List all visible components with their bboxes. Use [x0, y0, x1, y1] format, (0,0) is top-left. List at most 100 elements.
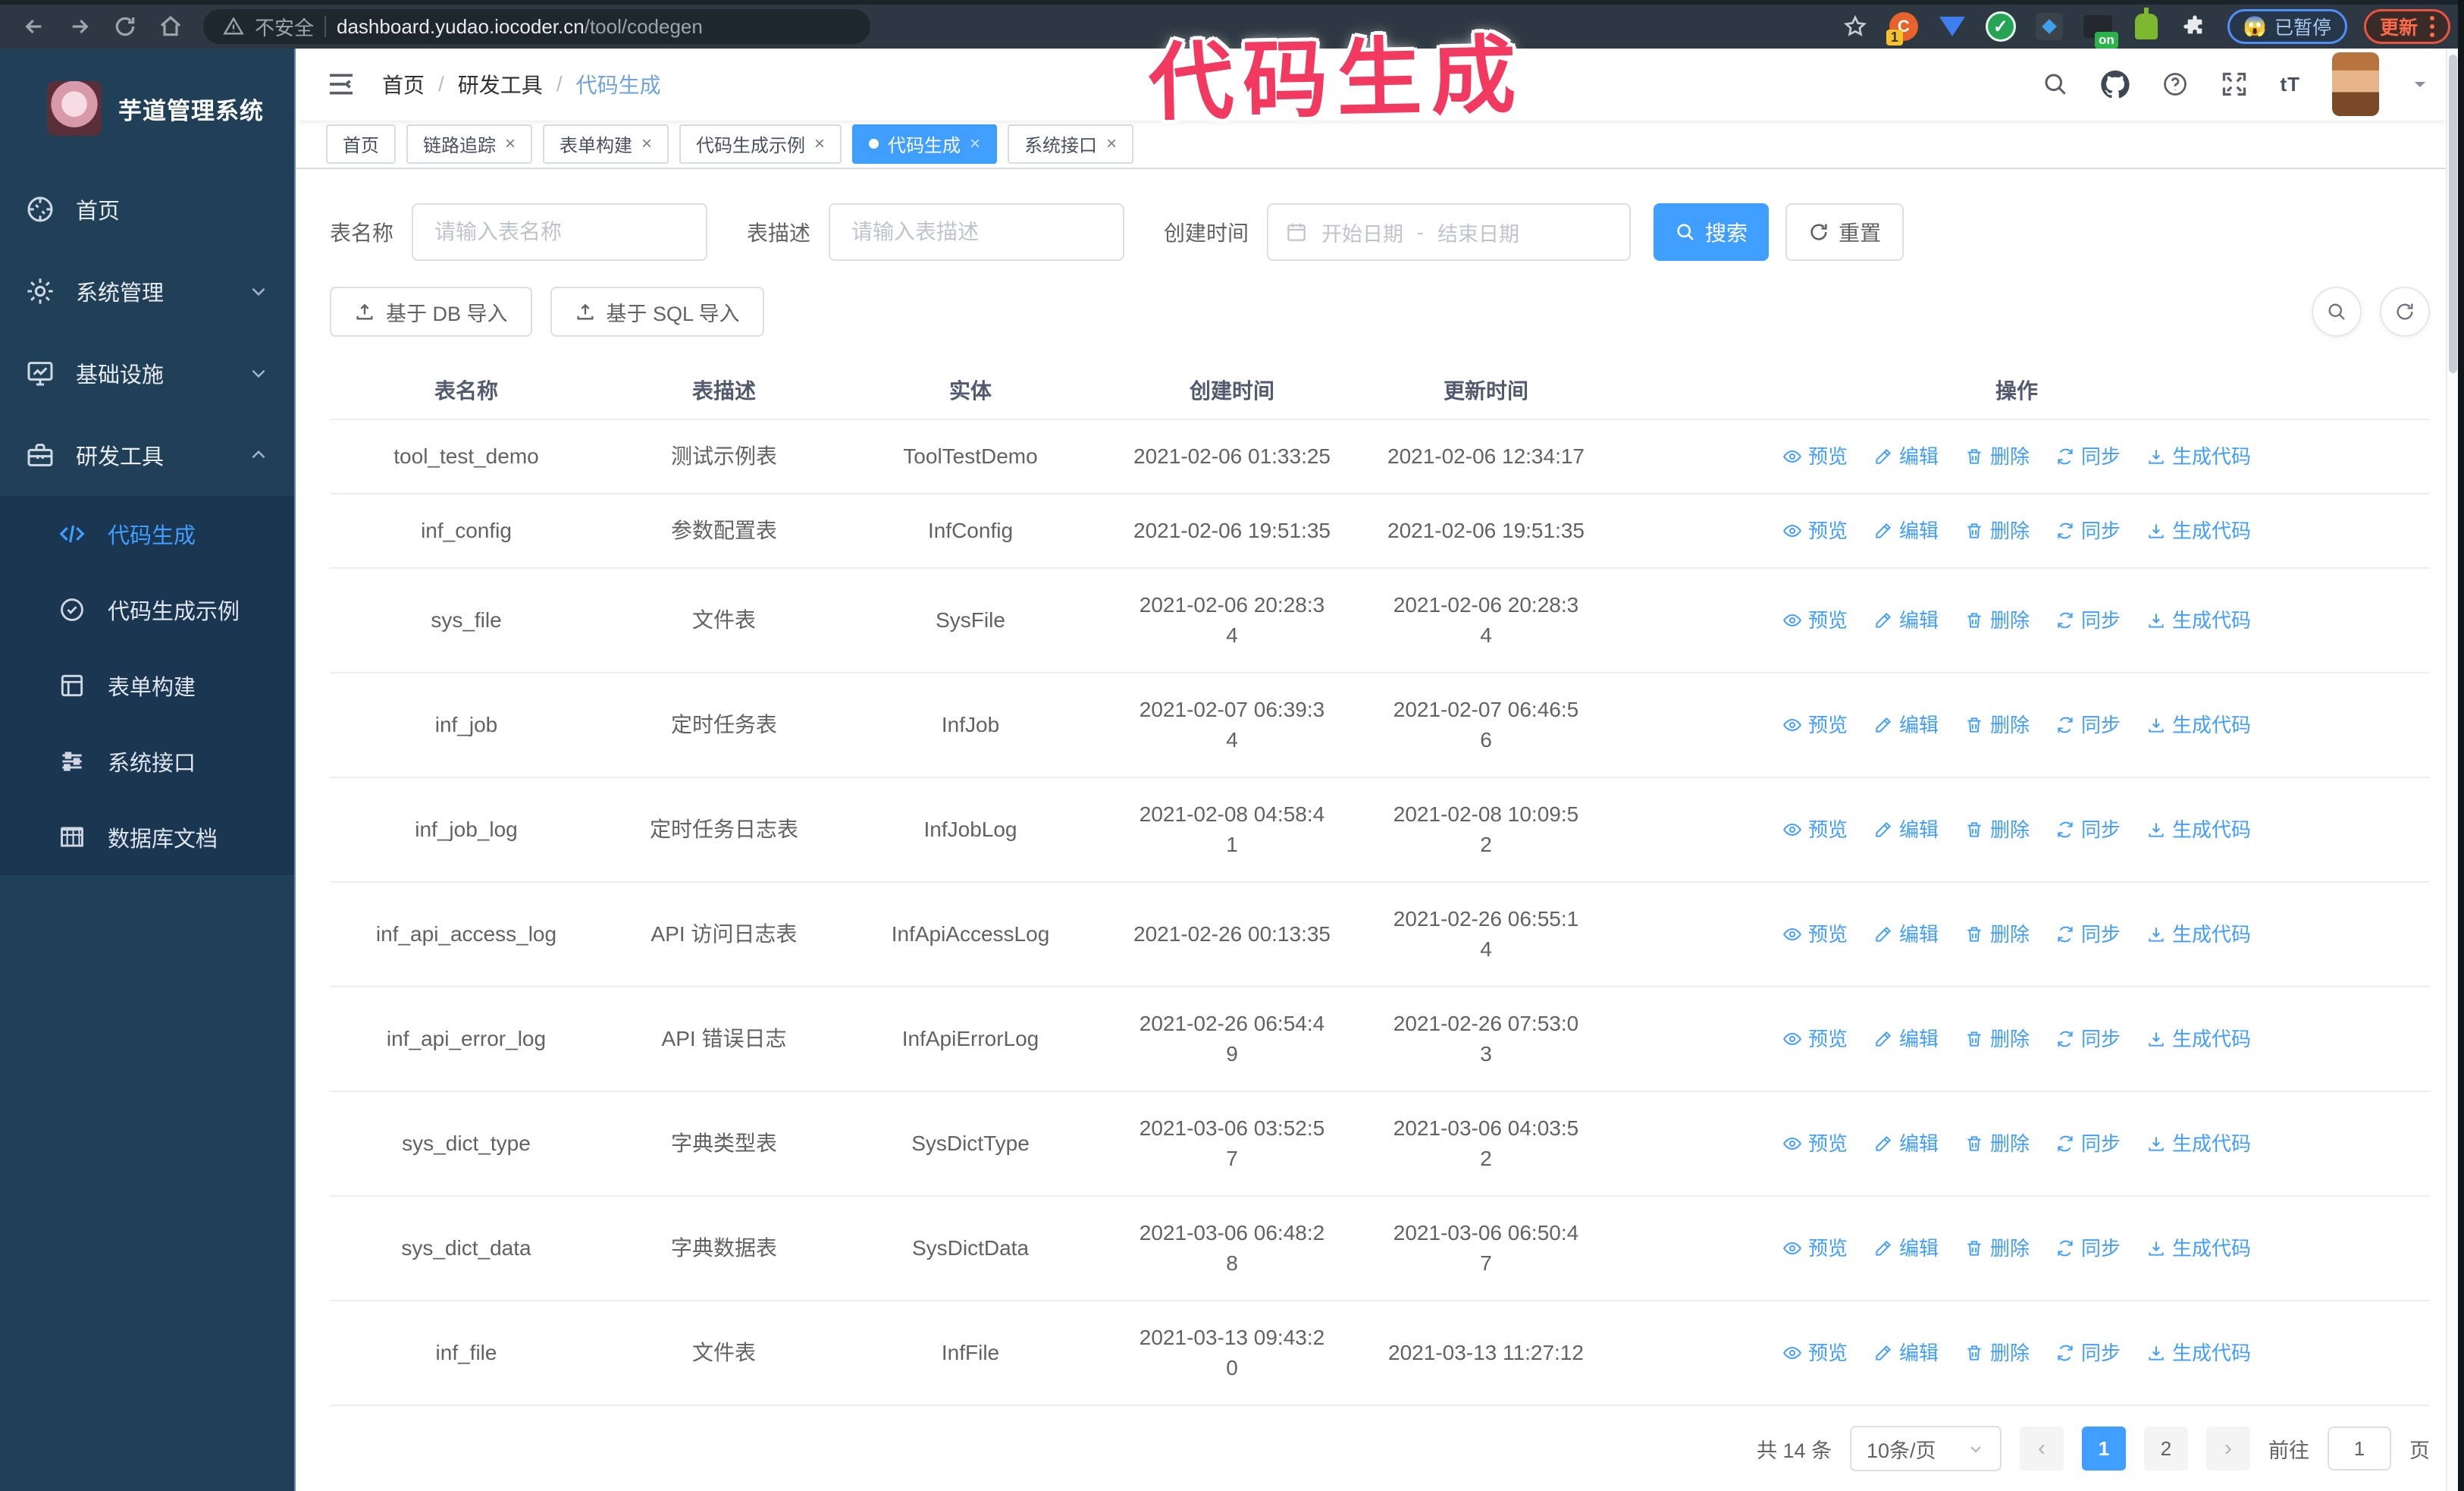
refresh-table-button[interactable] — [2380, 287, 2430, 337]
preview-action[interactable]: 预览 — [1782, 605, 1848, 636]
generate-code-action[interactable]: 生成代码 — [2146, 441, 2251, 472]
edit-action[interactable]: 编辑 — [1873, 710, 1939, 740]
preview-action[interactable]: 预览 — [1782, 710, 1848, 740]
tab[interactable]: 代码生成 × — [852, 124, 998, 164]
toggle-search-button[interactable] — [2312, 287, 2362, 337]
delete-action[interactable]: 删除 — [1964, 605, 2030, 636]
github-icon[interactable] — [2101, 70, 2130, 99]
edit-action[interactable]: 编辑 — [1873, 1128, 1939, 1159]
sidebar-item-system[interactable]: 系统管理 — [0, 250, 294, 332]
page-scrollbar[interactable] — [2446, 49, 2458, 1491]
tab[interactable]: 表单构建 × — [543, 124, 669, 164]
page-button-2[interactable]: 2 — [2144, 1427, 2188, 1471]
browser-back-icon[interactable] — [14, 6, 55, 47]
tab[interactable]: 链路追踪 × — [406, 124, 533, 164]
browser-update-button[interactable]: 更新 — [2363, 9, 2450, 44]
paused-extension-pill[interactable]: 😱 已暂停 — [2227, 9, 2347, 44]
preview-action[interactable]: 预览 — [1782, 441, 1848, 472]
help-icon[interactable] — [2161, 71, 2189, 98]
import-sql-button[interactable]: 基于 SQL 导入 — [550, 287, 764, 337]
tab-close-icon[interactable]: × — [970, 133, 980, 155]
delete-action[interactable]: 删除 — [1964, 1233, 2030, 1263]
extension-on-icon[interactable]: on — [2082, 11, 2118, 49]
generate-code-action[interactable]: 生成代码 — [2146, 919, 2251, 950]
table-desc-input[interactable] — [829, 203, 1125, 261]
browser-forward-icon[interactable] — [59, 6, 100, 47]
extension-robot-icon[interactable] — [2130, 8, 2162, 42]
delete-action[interactable]: 删除 — [1964, 441, 2030, 472]
bookmark-star-icon[interactable] — [1839, 11, 1871, 42]
generate-code-action[interactable]: 生成代码 — [2146, 1233, 2251, 1263]
edit-action[interactable]: 编辑 — [1873, 1233, 1939, 1263]
kebab-menu-icon[interactable] — [2430, 16, 2434, 37]
sidebar-item-form-builder[interactable]: 表单构建 — [0, 648, 294, 724]
sidebar-logo-row[interactable]: 芋道管理系统 — [0, 49, 294, 168]
browser-reload-icon[interactable] — [105, 6, 146, 47]
sync-action[interactable]: 同步 — [2055, 919, 2121, 950]
table-name-input[interactable] — [412, 203, 708, 261]
sidebar-item-db-doc[interactable]: 数据库文档 — [0, 799, 294, 875]
tab[interactable]: 代码生成示例 × — [679, 124, 842, 164]
generate-code-action[interactable]: 生成代码 — [2146, 815, 2251, 845]
goto-page-input[interactable] — [2328, 1427, 2391, 1471]
delete-action[interactable]: 删除 — [1964, 516, 2030, 546]
breadcrumb-devtools[interactable]: 研发工具 — [458, 69, 543, 99]
sync-action[interactable]: 同步 — [2055, 1233, 2121, 1263]
sidebar-item-system-api[interactable]: 系统接口 — [0, 724, 294, 799]
extension-gem-icon[interactable] — [1936, 11, 1968, 42]
tab[interactable]: 首页 × — [326, 124, 396, 164]
delete-action[interactable]: 删除 — [1964, 1128, 2030, 1159]
edit-action[interactable]: 编辑 — [1873, 441, 1939, 472]
edit-action[interactable]: 编辑 — [1873, 919, 1939, 950]
preview-action[interactable]: 预览 — [1782, 815, 1848, 845]
preview-action[interactable]: 预览 — [1782, 1024, 1848, 1054]
sidebar-item-infra[interactable]: 基础设施 — [0, 332, 294, 414]
preview-action[interactable]: 预览 — [1782, 1338, 1848, 1368]
generate-code-action[interactable]: 生成代码 — [2146, 1338, 2251, 1368]
sidebar-item-devtools[interactable]: 研发工具 — [0, 414, 294, 496]
delete-action[interactable]: 删除 — [1964, 815, 2030, 845]
tab-close-icon[interactable]: × — [641, 133, 652, 155]
caret-down-icon[interactable] — [2411, 75, 2429, 93]
sync-action[interactable]: 同步 — [2055, 815, 2121, 845]
delete-action[interactable]: 删除 — [1964, 1338, 2030, 1368]
preview-action[interactable]: 预览 — [1782, 1233, 1848, 1263]
sync-action[interactable]: 同步 — [2055, 441, 2121, 472]
sync-action[interactable]: 同步 — [2055, 605, 2121, 636]
address-bar[interactable]: 不安全 dashboard.yudao.iocoder.cn/tool/code… — [203, 9, 870, 44]
sync-action[interactable]: 同步 — [2055, 710, 2121, 740]
preview-action[interactable]: 预览 — [1782, 516, 1848, 546]
breadcrumb-home[interactable]: 首页 — [382, 69, 425, 99]
delete-action[interactable]: 删除 — [1964, 919, 2030, 950]
reset-button[interactable]: 重置 — [1785, 203, 1904, 261]
generate-code-action[interactable]: 生成代码 — [2146, 516, 2251, 546]
edit-action[interactable]: 编辑 — [1873, 516, 1939, 546]
tab-close-icon[interactable]: × — [1106, 133, 1117, 155]
browser-home-icon[interactable] — [150, 6, 191, 47]
sync-action[interactable]: 同步 — [2055, 516, 2121, 546]
page-button-1[interactable]: 1 — [2082, 1427, 2126, 1471]
search-icon[interactable] — [2042, 71, 2069, 98]
extension-grid-icon[interactable] — [2033, 11, 2065, 42]
import-db-button[interactable]: 基于 DB 导入 — [330, 287, 532, 337]
sidebar-item-codegen-example[interactable]: 代码生成示例 — [0, 572, 294, 648]
preview-action[interactable]: 预览 — [1782, 919, 1848, 950]
generate-code-action[interactable]: 生成代码 — [2146, 710, 2251, 740]
date-range-picker[interactable]: 开始日期 - 结束日期 — [1267, 203, 1632, 261]
edit-action[interactable]: 编辑 — [1873, 1338, 1939, 1368]
tab-close-icon[interactable]: × — [505, 133, 516, 155]
delete-action[interactable]: 删除 — [1964, 710, 2030, 740]
sidebar-item-codegen[interactable]: 代码生成 — [0, 496, 294, 572]
sync-action[interactable]: 同步 — [2055, 1024, 2121, 1054]
next-page-button[interactable]: › — [2206, 1427, 2250, 1471]
font-size-icon[interactable]: tT — [2280, 73, 2300, 96]
fullscreen-icon[interactable] — [2221, 71, 2248, 98]
user-avatar[interactable] — [2332, 52, 2379, 117]
extension-orange-icon[interactable]: C 1 — [1886, 11, 1920, 46]
prev-page-button[interactable]: ‹ — [2020, 1427, 2064, 1471]
edit-action[interactable]: 编辑 — [1873, 605, 1939, 636]
preview-action[interactable]: 预览 — [1782, 1128, 1848, 1159]
tab-close-icon[interactable]: × — [814, 133, 825, 155]
sync-action[interactable]: 同步 — [2055, 1128, 2121, 1159]
sync-action[interactable]: 同步 — [2055, 1338, 2121, 1368]
